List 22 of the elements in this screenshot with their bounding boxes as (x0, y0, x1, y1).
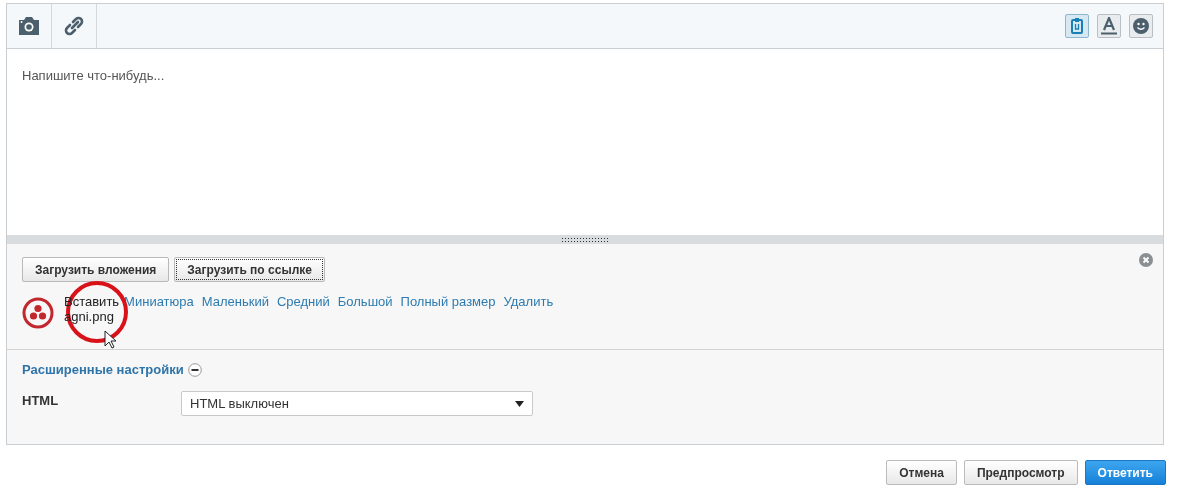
size-link[interactable]: Большой (337, 294, 393, 309)
size-link[interactable]: Средний (276, 294, 330, 309)
action-button[interactable]: Предпросмотр (963, 460, 1078, 485)
section-title[interactable]: Расширенные настройки (22, 362, 184, 377)
collapse-icon[interactable] (187, 362, 202, 377)
font-icon[interactable] (1097, 14, 1121, 38)
field-label: HTML (22, 392, 60, 410)
clipboard-icon[interactable] (1065, 14, 1089, 38)
smiley-icon[interactable] (1129, 14, 1153, 38)
upload-button[interactable]: Загрузить вложения (22, 257, 170, 282)
size-link[interactable]: Полный размер (400, 294, 496, 309)
caret-icon (515, 400, 524, 407)
upload-button[interactable]: Загрузить по ссылке (174, 257, 325, 282)
close-icon[interactable] (1139, 253, 1153, 267)
size-link[interactable]: Маленький (201, 294, 269, 309)
message-input[interactable]: Напишите что-нибудь... (6, 49, 1164, 235)
action-button[interactable]: Отмена (886, 460, 957, 485)
size-link[interactable]: Миниатюра (124, 294, 194, 309)
submit-button[interactable]: Ответить (1084, 460, 1166, 485)
size-link[interactable]: Удалить (503, 294, 554, 309)
file-thumbnail-icon (22, 297, 54, 329)
html-dropdown[interactable]: HTML выключен (181, 391, 533, 416)
